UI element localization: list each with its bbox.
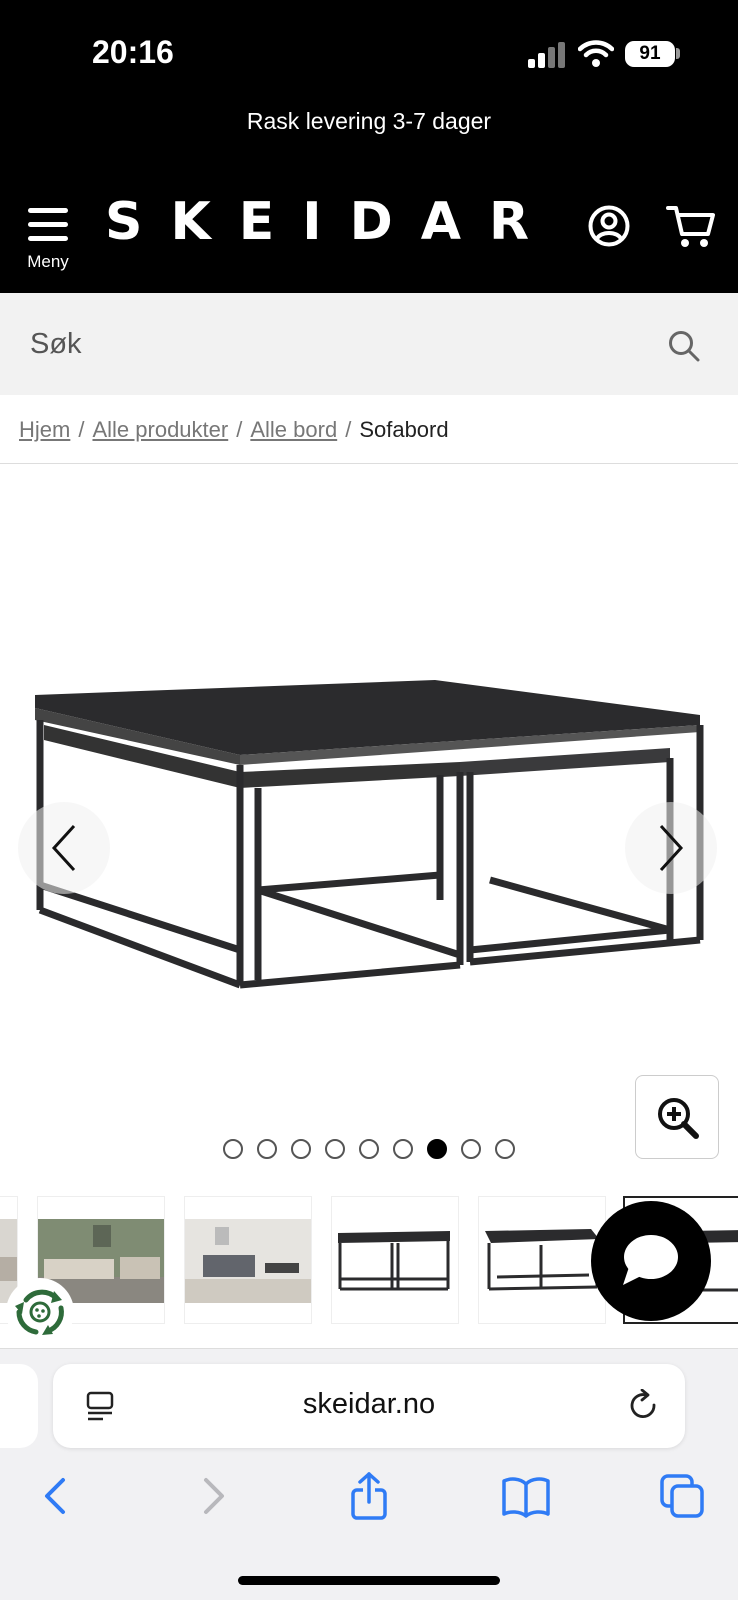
pagination-dot[interactable] [495,1139,515,1159]
forward-icon[interactable] [190,1472,238,1520]
next-image-button[interactable] [625,802,717,894]
site-logo[interactable]: SKEIDAR [105,192,557,252]
zoom-button[interactable] [635,1075,719,1159]
pagination-dot[interactable] [393,1139,413,1159]
thumbnail[interactable] [478,1196,606,1324]
pagination-dot[interactable] [325,1139,345,1159]
battery-tip [676,48,680,59]
status-time: 20:16 [92,34,174,70]
breadcrumb-link-home[interactable]: Hjem [19,417,70,442]
chat-bubble-icon [623,1235,678,1285]
home-indicator [238,1576,500,1585]
pagination-dot-active[interactable] [427,1139,447,1159]
thumbnail[interactable] [184,1196,312,1324]
breadcrumb: Hjem / Alle produkter / Alle bord / Sofabord [19,417,449,443]
battery-indicator: 91 [625,41,675,67]
product-image [35,680,704,989]
account-icon[interactable] [588,205,630,247]
cellular-signal-icon [528,42,565,68]
chevron-left-icon [51,824,76,872]
breadcrumb-link-all-products[interactable]: Alle produkter [92,417,228,442]
search-input[interactable] [30,321,630,367]
pagination-dot[interactable] [359,1139,379,1159]
bookmarks-icon[interactable] [502,1472,550,1520]
pagination-dot[interactable] [461,1139,481,1159]
breadcrumb-separator: / [236,417,243,442]
breadcrumb-separator: / [345,417,352,442]
pagination-dot[interactable] [257,1139,277,1159]
menu-label: Meny [27,252,69,271]
share-icon[interactable] [345,1472,393,1520]
reload-icon[interactable] [628,1389,660,1423]
pagination-dot[interactable] [291,1139,311,1159]
previous-tab-preview[interactable] [0,1364,38,1448]
menu-icon [28,208,68,213]
promo-banner: Rask levering 3-7 dager [246,108,492,134]
gallery-pagination [223,1139,515,1159]
breadcrumb-separator: / [78,417,85,442]
divider [0,463,738,464]
cart-icon[interactable] [666,202,716,250]
search-icon[interactable] [668,330,700,362]
address-bar[interactable]: skeidar.no [53,1364,685,1448]
previous-image-button[interactable] [18,802,110,894]
tabs-icon[interactable] [658,1472,706,1520]
search-bar [0,293,738,395]
breadcrumb-link-all-tables[interactable]: Alle bord [250,417,337,442]
eco-badge[interactable] [6,1278,74,1346]
zoom-in-icon [658,1098,699,1139]
url-text: skeidar.no [302,1388,436,1420]
chevron-right-icon [659,824,684,872]
pagination-dot[interactable] [223,1139,243,1159]
thumbnail[interactable] [331,1196,459,1324]
wifi-icon [578,40,614,67]
chat-button[interactable] [591,1201,711,1321]
back-icon[interactable] [31,1472,79,1520]
recycle-icon [15,1289,64,1335]
breadcrumb-current: Sofabord [359,417,449,442]
menu-button[interactable]: Meny [18,200,78,280]
